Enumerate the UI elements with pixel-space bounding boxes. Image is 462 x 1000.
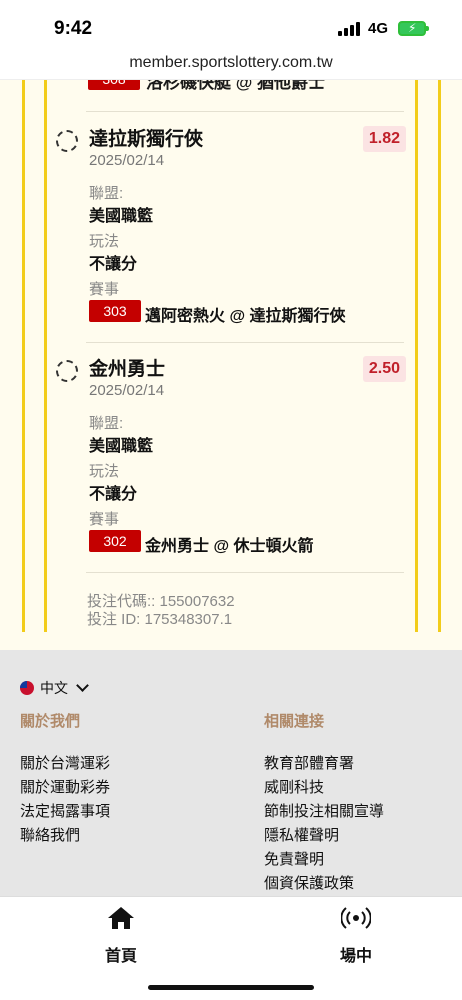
about-heading: 關於我們 (20, 713, 81, 730)
divider (86, 342, 404, 343)
bet-id: 投注 ID: 175348307.1 (87, 611, 233, 628)
team-name: 達拉斯獨行俠 (89, 129, 204, 150)
nav-live[interactable]: 場中 (311, 905, 401, 966)
event-label: 賽事 (89, 511, 120, 528)
bet-date: 2025/02/14 (89, 152, 165, 169)
language-label: 中文 (40, 680, 68, 696)
footer-link[interactable]: 威剛科技 (264, 776, 324, 797)
status-bar: 9:42 4G ⚡ (0, 0, 462, 50)
play-value: 不讓分 (89, 256, 138, 273)
status-time: 9:42 (54, 18, 93, 39)
broadcast-icon (340, 907, 372, 929)
odds-badge: 1.82 (362, 126, 406, 152)
bet-item: 金州勇士 2025/02/14 2.50 聯盟: 美國職籃 玩法 不讓分 賽事 … (56, 354, 406, 594)
divider (86, 572, 404, 573)
decorative-rail (22, 80, 25, 632)
bet-date: 2025/02/14 (89, 382, 165, 399)
event-number-badge: 303 (89, 300, 141, 322)
bet-slip: 308 洛杉磯快艇 @ 猶他爵士 達拉斯獨行俠 2025/02/14 1.82 … (0, 80, 462, 650)
odds-badge: 2.50 (362, 356, 406, 382)
event-text: 金州勇士 @ 休士頓火箭 (145, 538, 314, 555)
address-bar[interactable]: member.sportslottery.com.tw (0, 50, 462, 80)
league-value: 美國職籃 (89, 438, 154, 455)
play-value: 不讓分 (89, 486, 138, 503)
network-type: 4G (368, 20, 389, 37)
league-value: 美國職籃 (89, 208, 154, 225)
decorative-rail (415, 80, 418, 632)
play-label: 玩法 (89, 233, 120, 250)
footer-link[interactable]: 免責聲明 (264, 848, 324, 869)
footer-link[interactable]: 隱私權聲明 (264, 824, 339, 845)
event-text: 洛杉磯快艇 @ 猶他爵士 (146, 80, 326, 92)
footer-link[interactable]: 關於台灣運彩 (20, 752, 110, 773)
decorative-rail (44, 80, 47, 632)
league-label: 聯盟: (89, 415, 124, 432)
footer-link[interactable]: 教育部體育署 (264, 752, 354, 773)
select-radio-icon[interactable] (56, 360, 78, 382)
chevron-down-icon (76, 679, 89, 692)
event-text: 邁阿密熱火 @ 達拉斯獨行俠 (145, 308, 346, 325)
related-links-heading: 相關連接 (264, 713, 325, 730)
bottom-nav: 首頁 場中 (0, 896, 462, 1000)
event-label: 賽事 (89, 281, 120, 298)
footer-link[interactable]: 個資保護政策 (264, 872, 354, 893)
bet-item: 達拉斯獨行俠 2025/02/14 1.82 聯盟: 美國職籃 玩法 不讓分 賽… (56, 124, 406, 364)
language-selector[interactable]: 中文 (20, 678, 89, 698)
decorative-rail (438, 80, 441, 632)
footer-link[interactable]: 關於運動彩券 (20, 776, 110, 797)
team-name: 金州勇士 (89, 359, 166, 380)
signal-icon (338, 22, 360, 36)
event-number-badge: 302 (89, 530, 141, 552)
partial-bet: 308 洛杉磯快艇 @ 猶他爵士 (88, 80, 408, 92)
footer-link[interactable]: 節制投注相關宣導 (264, 800, 384, 821)
event-number-badge: 308 (88, 80, 140, 90)
battery-icon: ⚡ (398, 21, 429, 36)
play-label: 玩法 (89, 463, 120, 480)
footer-link[interactable]: 聯絡我們 (20, 824, 80, 845)
league-label: 聯盟: (89, 185, 124, 202)
footer-link[interactable]: 法定揭露事項 (20, 800, 110, 821)
site-footer: 中文 關於我們 相關連接 關於台灣運彩 關於運動彩券 法定揭露事項 聯絡我們 教… (0, 650, 462, 896)
nav-live-label: 場中 (339, 948, 372, 965)
home-indicator (148, 985, 314, 990)
taiwan-flag-icon (20, 681, 34, 695)
select-radio-icon[interactable] (56, 130, 78, 152)
nav-home[interactable]: 首頁 (76, 905, 166, 966)
divider (86, 111, 404, 112)
home-icon (108, 907, 134, 929)
nav-home-label: 首頁 (104, 948, 137, 965)
